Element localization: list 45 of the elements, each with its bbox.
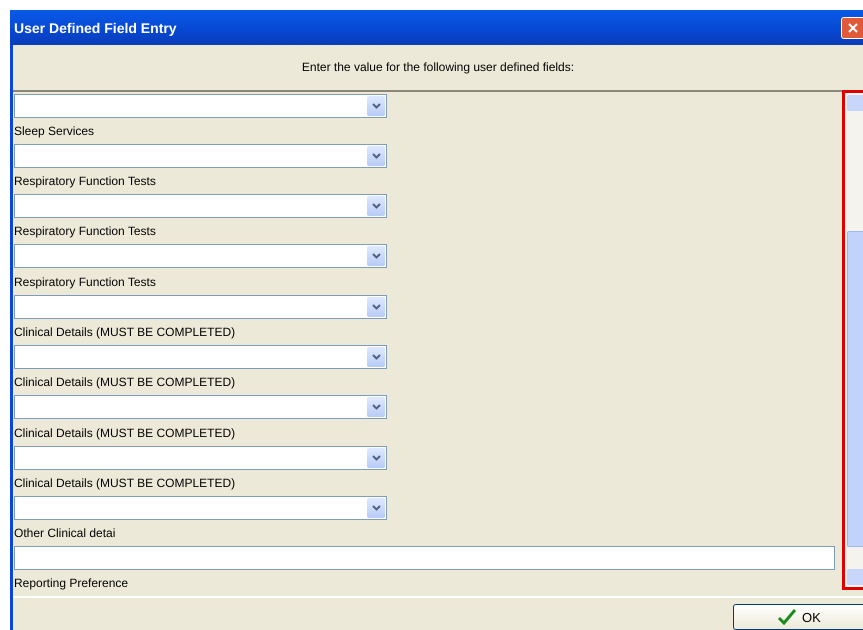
dropdown-field[interactable] <box>14 446 387 470</box>
dropdown-button[interactable] <box>367 96 385 116</box>
dropdown-field[interactable] <box>14 94 387 118</box>
field-label: Other Clinical detai <box>14 525 116 542</box>
instruction-text: Enter the value for the following user defined fields: <box>302 60 574 74</box>
dropdown-button[interactable] <box>367 498 385 518</box>
close-button[interactable] <box>841 16 863 38</box>
field-label: Clinical Details (MUST BE COMPLETED) <box>14 374 236 392</box>
dropdown-field[interactable] <box>14 244 387 268</box>
checkmark-icon <box>778 609 796 625</box>
chevron-down-icon <box>372 505 380 512</box>
field-label: Respiratory Function Tests <box>14 223 157 240</box>
chevron-down-icon <box>372 102 380 109</box>
chevron-down-icon <box>372 404 380 410</box>
dropdown-button[interactable] <box>367 347 385 368</box>
field-label: Sleep Services <box>14 122 96 140</box>
ok-button[interactable]: OK <box>733 604 863 630</box>
field-label: Respiratory Function Tests <box>14 274 157 291</box>
chevron-down-icon <box>372 203 380 210</box>
chevron-down-icon <box>372 253 380 260</box>
field-label: Clinical Details (MUST BE COMPLETED) <box>14 474 236 492</box>
field-label: Respiratory Function Tests <box>14 172 157 190</box>
window-title: User Defined Field Entry <box>14 20 177 36</box>
dropdown-button[interactable] <box>367 196 385 216</box>
chevron-down-icon <box>372 354 380 360</box>
scrollbar-thumb[interactable] <box>847 230 863 547</box>
chevron-down-icon <box>372 454 380 461</box>
input-field[interactable] <box>14 546 835 570</box>
close-icon <box>848 22 858 32</box>
dropdown-field[interactable] <box>14 194 387 218</box>
field-label: Clinical Details (MUST BE COMPLETED) <box>14 324 236 341</box>
dropdown-field[interactable] <box>14 496 387 520</box>
dropdown-field[interactable] <box>14 144 387 168</box>
field-label: Reporting Preference <box>14 574 130 592</box>
chevron-down-icon <box>372 152 380 159</box>
dropdown-button[interactable] <box>367 246 385 266</box>
dropdown-button[interactable] <box>367 397 385 418</box>
field-label: Clinical Details (MUST BE COMPLETED) <box>14 424 236 442</box>
chevron-down-icon <box>372 304 380 310</box>
dropdown-field[interactable] <box>14 345 387 370</box>
dropdown-button[interactable] <box>367 296 385 317</box>
dropdown-field[interactable] <box>14 395 387 420</box>
dropdown-button[interactable] <box>367 448 385 468</box>
dropdown-button[interactable] <box>367 146 385 166</box>
dropdown-field[interactable] <box>14 294 387 319</box>
